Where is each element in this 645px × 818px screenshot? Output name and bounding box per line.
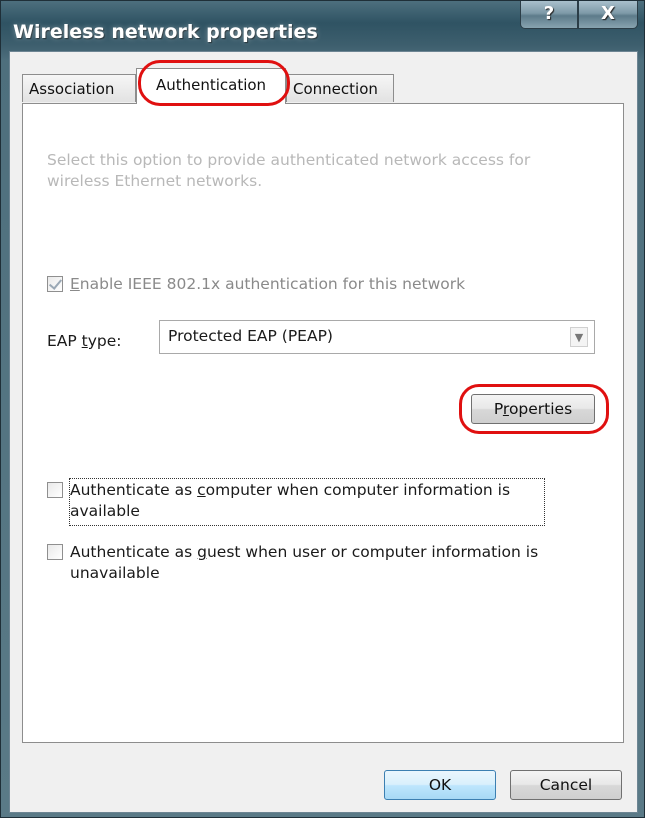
dialog-window: Wireless network properties ? X Associat… <box>0 0 645 818</box>
tab-connection[interactable]: Connection <box>286 74 394 102</box>
eap-type-select[interactable]: Protected EAP (PEAP) ▼ <box>159 320 595 354</box>
description-text: Select this option to provide authentica… <box>47 151 531 190</box>
window-title: Wireless network properties <box>13 21 318 43</box>
eap-type-label: EAP type: <box>47 332 122 350</box>
ok-button[interactable]: OK <box>384 770 496 800</box>
title-buttons: ? X <box>520 1 638 31</box>
auth-as-computer-row[interactable]: Authenticate as computer when computer i… <box>47 480 587 522</box>
auth-as-guest-label: Authenticate as guest when user or compu… <box>70 543 539 582</box>
tab-authentication[interactable]: Authentication <box>136 68 286 104</box>
cancel-button[interactable]: Cancel <box>510 770 622 800</box>
enable-8021x-checkbox[interactable] <box>47 276 63 292</box>
tab-association[interactable]: Association <box>22 74 136 102</box>
enable-8021x-label: Enable IEEE 802.1x authentication for th… <box>70 275 466 293</box>
chevron-down-icon[interactable]: ▼ <box>570 327 588 347</box>
properties-button[interactable]: Properties <box>471 394 595 424</box>
help-button[interactable]: ? <box>520 1 578 29</box>
auth-as-guest-checkbox[interactable] <box>47 544 63 560</box>
close-button[interactable]: X <box>578 1 638 29</box>
eap-type-value: Protected EAP (PEAP) <box>168 327 333 345</box>
auth-as-computer-checkbox[interactable] <box>47 482 63 498</box>
auth-as-computer-label: Authenticate as computer when computer i… <box>70 481 511 520</box>
enable-8021x-row[interactable]: Enable IEEE 802.1x authentication for th… <box>47 274 465 295</box>
authentication-tab-panel: Select this option to provide authentica… <box>22 103 624 743</box>
tab-strip: Association Authentication Connection <box>22 68 622 104</box>
auth-as-guest-row[interactable]: Authenticate as guest when user or compu… <box>47 542 587 584</box>
dialog-client-area: Association Authentication Connection Se… <box>9 51 638 813</box>
